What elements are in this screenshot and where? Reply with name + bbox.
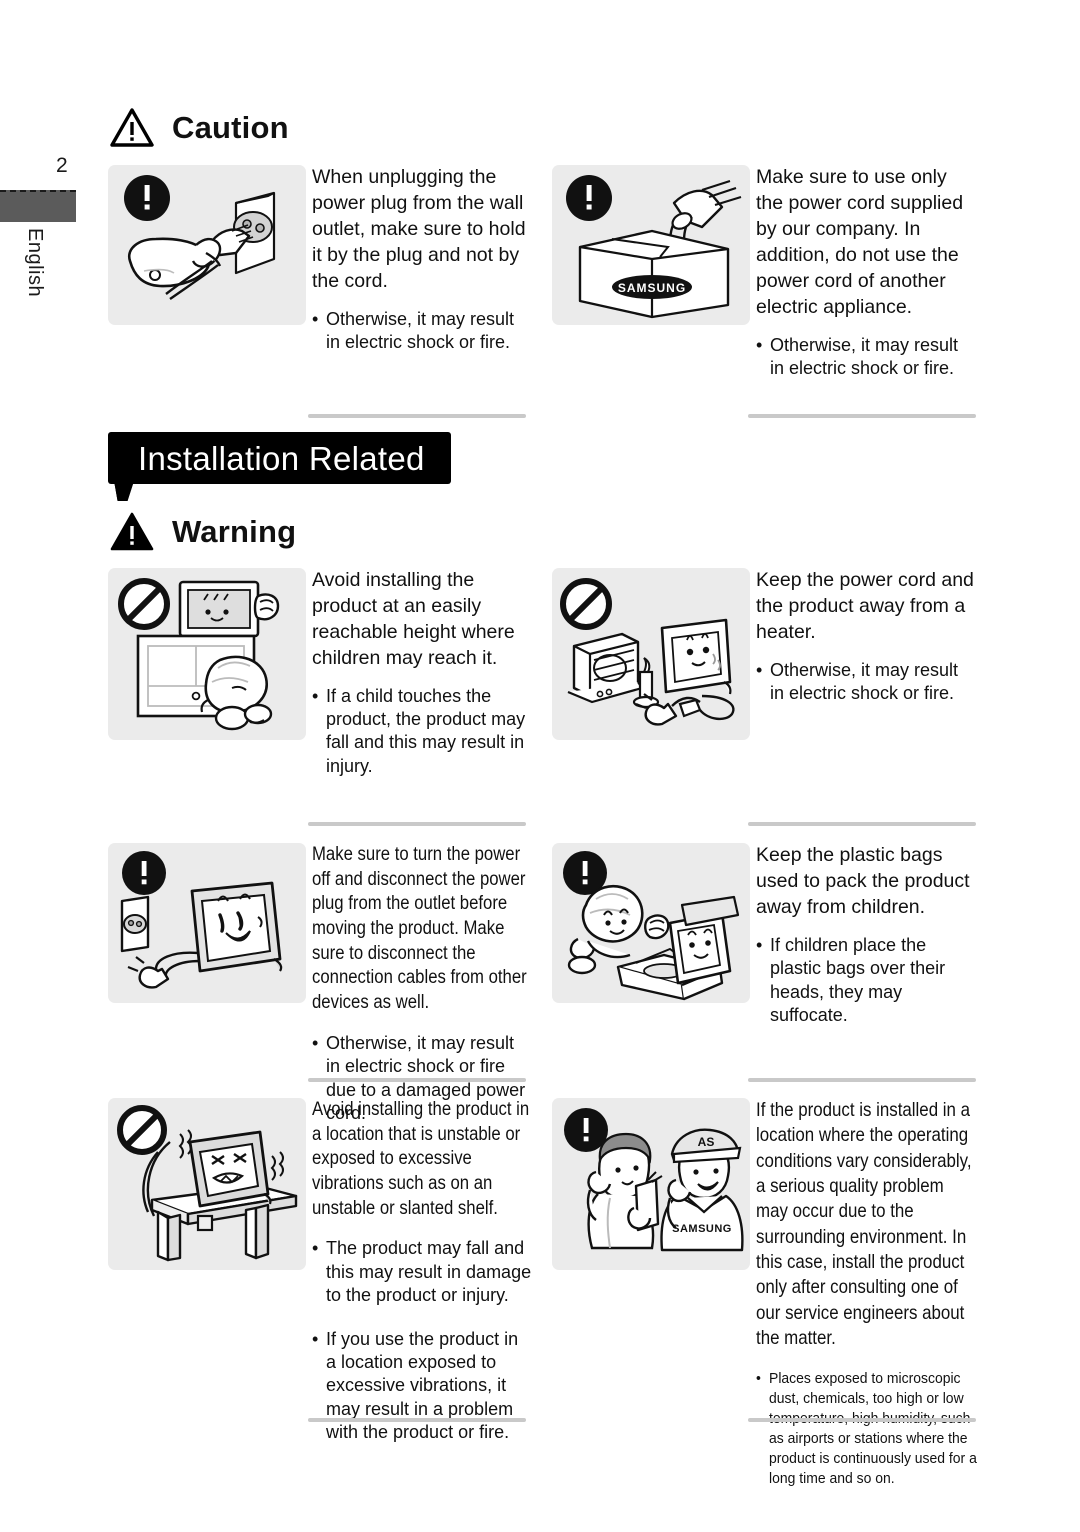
bullet-item: • Otherwise, it may result in electric s… xyxy=(312,308,532,355)
bullet-dot: • xyxy=(312,308,319,329)
section-divider xyxy=(748,1418,976,1422)
bullet-item: • If children place the plastic bags ove… xyxy=(756,934,976,1028)
illustration-outlet-and-product xyxy=(108,843,306,1003)
item-text: If the product is installed in a locatio… xyxy=(756,1098,977,1503)
item-bullets: • The product may fall and this may resu… xyxy=(312,1237,532,1444)
cap-label: AS xyxy=(698,1135,715,1149)
bullet-text: Places exposed to microscopic dust, chem… xyxy=(769,1370,977,1488)
bullet-text: Otherwise, it may result in electric sho… xyxy=(770,334,959,378)
item-text: When unplugging the power plug from the … xyxy=(312,165,532,368)
bullet-dot: • xyxy=(312,685,319,706)
section-title: Caution xyxy=(172,110,289,145)
item-heading: Keep the plastic bags used to pack the p… xyxy=(756,844,970,918)
section-header-caution: Caution xyxy=(110,108,289,148)
item-text: Avoid installing the product in a locati… xyxy=(312,1098,532,1459)
illustration-product-on-wobbling-table xyxy=(108,1098,306,1270)
illustration-hand-pulling-plug xyxy=(108,165,306,325)
illustration-child-with-plastic-bag xyxy=(552,843,750,1003)
illustration-child-reaching-product xyxy=(108,568,306,740)
bullet-item: • Otherwise, it may result in electric s… xyxy=(756,334,976,381)
bullet-item: • The product may fall and this may resu… xyxy=(312,1237,532,1307)
bullet-text: If a child touches the product, the prod… xyxy=(326,685,526,776)
illustration-heater-and-product xyxy=(552,568,750,740)
item-text: Make sure to turn the power off and disc… xyxy=(312,843,532,1139)
bullet-dot: • xyxy=(756,934,763,955)
section-divider xyxy=(748,1078,976,1082)
installation-related-banner: Installation Related xyxy=(108,432,451,484)
section-divider xyxy=(308,414,526,418)
item-heading: If the product is installed in a locatio… xyxy=(756,1100,972,1350)
section-title: Warning xyxy=(172,514,297,549)
item-text: Keep the power cord and the product away… xyxy=(756,568,976,720)
item-bullets: • If a child touches the product, the pr… xyxy=(312,685,532,779)
illustration-customer-and-service-engineer: AS SAMSUNG xyxy=(552,1098,750,1270)
bullet-text: If you use the product in a location exp… xyxy=(326,1328,519,1443)
illustration-power-cord-in-box: SAMSUNG xyxy=(552,165,750,325)
section-divider xyxy=(308,822,526,826)
item-heading: Keep the power cord and the product away… xyxy=(756,569,974,643)
item-text: Avoid installing the product at an easil… xyxy=(312,568,532,792)
bullet-text: The product may fall and this may result… xyxy=(326,1238,532,1306)
section-divider xyxy=(748,414,976,418)
bullet-dot: • xyxy=(756,659,763,680)
bullet-dot: • xyxy=(756,334,763,355)
bullet-dot: • xyxy=(312,1238,319,1259)
bullet-text: If children place the plastic bags over … xyxy=(770,934,946,1025)
bullet-item: • If you use the product in a location e… xyxy=(312,1328,532,1445)
page-content: Caution When unplugging the power plug f… xyxy=(0,0,1080,1532)
box-brand-label: SAMSUNG xyxy=(618,281,686,295)
item-bullets: • Otherwise, it may result in electric s… xyxy=(756,659,976,706)
bullet-text: Otherwise, it may result in electric sho… xyxy=(326,308,515,352)
bullet-item: • Otherwise, it may result in electric s… xyxy=(756,659,976,706)
section-divider xyxy=(308,1418,526,1422)
bullet-dot: • xyxy=(756,1370,761,1388)
item-bullets: • Places exposed to microscopic dust, ch… xyxy=(756,1369,977,1489)
warning-triangle-icon xyxy=(110,512,154,552)
shirt-brand-label: SAMSUNG xyxy=(672,1223,732,1235)
item-text: Keep the plastic bags used to pack the p… xyxy=(756,843,976,1041)
item-heading: Avoid installing the product in a locati… xyxy=(312,1099,530,1219)
section-header-warning: Warning xyxy=(110,512,296,552)
banner-title: Installation Related xyxy=(138,439,425,477)
section-divider xyxy=(748,822,976,826)
bullet-item: • Places exposed to microscopic dust, ch… xyxy=(756,1369,977,1489)
item-bullets: • Otherwise, it may result in electric s… xyxy=(312,308,532,355)
item-heading: Make sure to use only the power cord sup… xyxy=(756,166,964,318)
item-bullets: • Otherwise, it may result in electric s… xyxy=(756,334,976,381)
bullet-dot: • xyxy=(312,1328,319,1349)
item-heading: Make sure to turn the power off and disc… xyxy=(312,844,527,1014)
bullet-item: • If a child touches the product, the pr… xyxy=(312,685,532,779)
item-text: Make sure to use only the power cord sup… xyxy=(756,165,976,394)
item-heading: When unplugging the power plug from the … xyxy=(312,166,526,292)
section-divider xyxy=(308,1078,526,1082)
bullet-text: Otherwise, it may result in electric sho… xyxy=(770,659,959,704)
item-heading: Avoid installing the product at an easil… xyxy=(312,569,515,669)
caution-triangle-icon xyxy=(110,108,154,148)
item-bullets: • If children place the plastic bags ove… xyxy=(756,934,976,1028)
